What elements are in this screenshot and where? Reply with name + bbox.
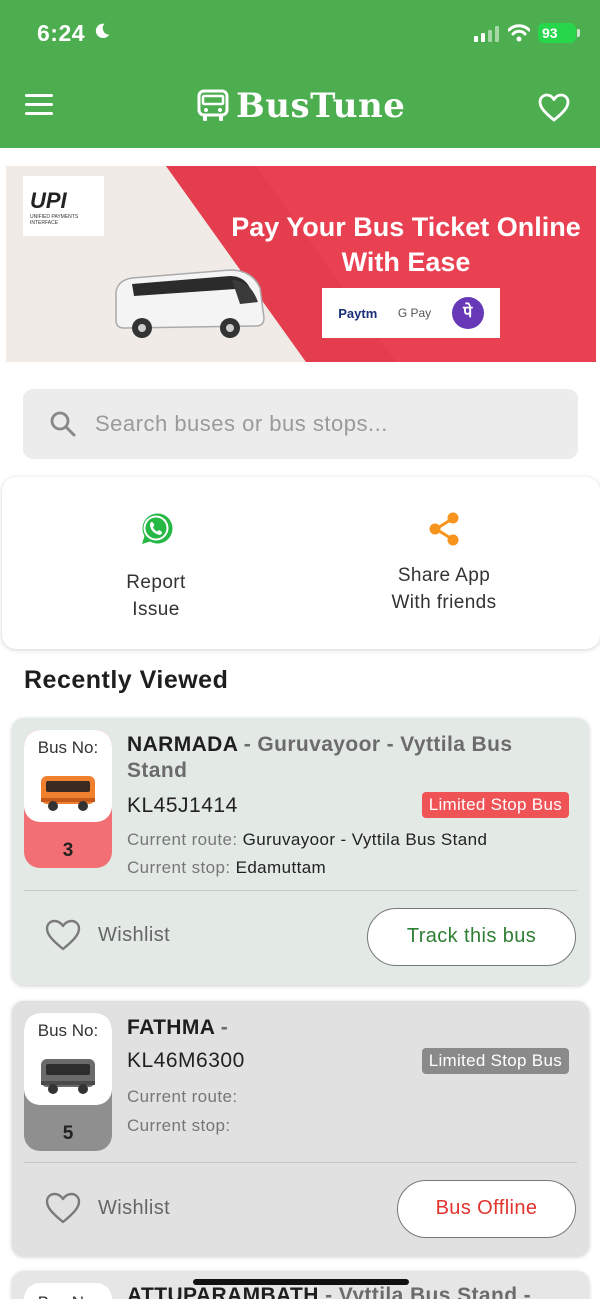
registration-number: KL45J1414 [127,794,238,817]
wishlist-button[interactable]: Wishlist [44,1191,170,1225]
divider [24,1162,577,1163]
battery-tip [577,29,580,37]
moon-icon [95,23,110,39]
bus-icon [41,776,95,811]
hamburger-menu-icon [25,94,53,97]
cellular-signal-icon [474,26,499,42]
bus-title: NARMADA - Guruvayoor - Vyttila Bus Stand [127,733,513,782]
bus-title: ATTUPARAMBATH - Vyttila Bus Stand - [127,1284,532,1299]
bus-number-tile: Bus No: 5 [24,1013,112,1151]
app-brand: BusTune [196,86,405,126]
quick-actions-card: Report Issue Share App With friends [2,477,600,649]
current-route: Current route: Guruvayoor - Vyttila Bus … [127,830,488,849]
bus-offline-button[interactable]: Bus Offline [397,1180,576,1238]
recently-viewed-title: Recently Viewed [24,666,229,694]
app-title: BusTune [236,86,406,126]
home-indicator [193,1279,409,1285]
report-issue-button[interactable]: Report Issue [86,509,226,623]
bus-number-tile: Bus No: 3 [24,730,112,868]
current-route: Current route: [127,1087,238,1106]
upi-logo: UPI UNIFIED PAYMENTS INTERFACE [23,176,104,236]
current-stop: Current stop: [127,1116,231,1135]
payment-apps-strip: Paytm G Pay पे [322,288,500,338]
menu-button[interactable] [25,94,55,118]
status-time: 6:24 [37,20,86,46]
bus-icon [41,1059,95,1094]
divider [24,890,577,891]
battery-indicator: 93 [538,23,576,43]
wishlist-button[interactable]: Wishlist [44,918,170,952]
share-icon [429,512,459,546]
bus-logo-icon [197,89,229,121]
track-bus-button[interactable]: Track this bus [367,908,576,966]
heart-outline-icon [45,1192,81,1224]
bus-type-badge: Limited Stop Bus [421,792,569,818]
share-app-button[interactable]: Share App With friends [374,509,514,616]
app-header: 6:24 93 BusTune [0,0,600,148]
heart-outline-icon [45,919,81,951]
bus-card[interactable]: Bus No: 3 NARMADA - Guruvayoor - Vyttila… [12,718,589,985]
bus-card[interactable]: Bus No: 5 FATHMA - KL46M6300 Limited Sto… [12,1001,589,1256]
favorites-heart-icon[interactable] [538,93,570,123]
bus-card[interactable]: Bus No: ATTUPARAMBATH - Vyttila Bus Stan… [12,1271,589,1299]
current-stop: Current stop: Edamuttam [127,858,327,877]
bus-title: FATHMA - [127,1016,229,1039]
banner-heading: Pay Your Bus Ticket Online With Ease [231,212,581,277]
gpay-logo: G Pay [397,306,432,320]
bus-number-tile: Bus No: [24,1283,112,1299]
whatsapp-icon [142,513,173,544]
registration-number: KL46M6300 [127,1049,245,1072]
promo-banner[interactable]: UPI UNIFIED PAYMENTS INTERFACE Pay Your … [6,166,596,362]
search-input[interactable]: Search buses or bus stops... [23,389,578,459]
search-placeholder: Search buses or bus stops... [95,411,388,436]
wifi-icon [508,24,530,42]
phonepe-logo: पे [451,297,484,329]
search-icon [50,411,76,437]
bus-type-badge: Limited Stop Bus [421,1048,569,1074]
paytm-logo: Paytm [338,305,378,321]
